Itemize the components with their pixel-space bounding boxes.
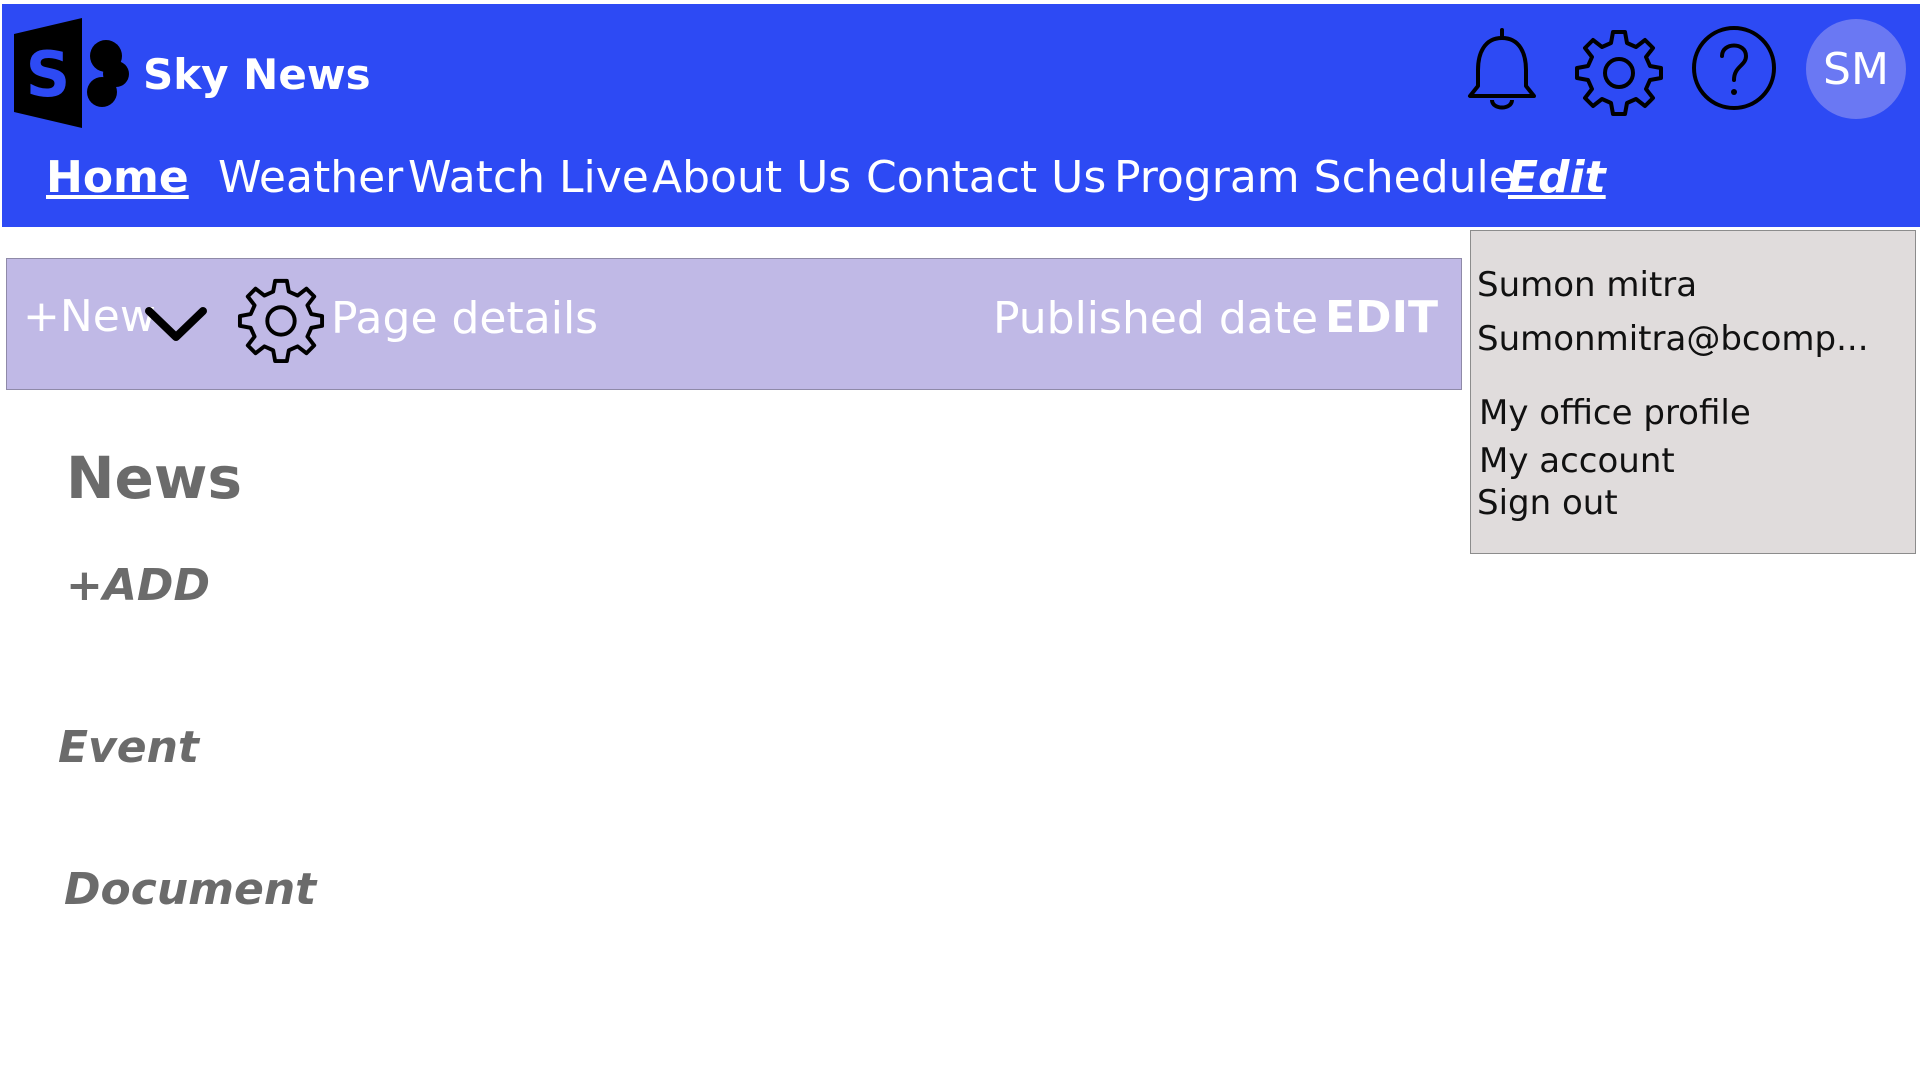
svg-text:S: S [26,38,71,111]
nav-item-contact-us[interactable]: Contact Us [866,152,1106,203]
menu-item-office-profile[interactable]: My office profile [1479,393,1751,433]
profile-dropdown: Sumon mitra Sumonmitra@bcomp... My offic… [1470,230,1916,554]
user-avatar[interactable]: SM [1806,19,1906,119]
bell-icon[interactable] [1462,24,1542,114]
sharepoint-logo-icon[interactable]: S [14,18,132,128]
nav-item-edit[interactable]: Edit [1508,152,1606,203]
edit-button[interactable]: EDIT [1325,292,1438,343]
page-settings-gear-icon[interactable] [237,275,325,363]
nav-item-program-schedule[interactable]: Program Schedule [1114,152,1516,203]
published-date-label: Published date [993,293,1319,344]
profile-email: Sumonmitra@bcomp... [1477,319,1869,359]
add-button[interactable]: +ADD [66,560,210,611]
command-bar: +New Page details Published date EDIT [6,258,1462,390]
event-section-label[interactable]: Event [58,722,199,773]
profile-name: Sumon mitra [1477,265,1698,305]
page-title: News [66,444,242,512]
nav-item-weather[interactable]: Weather [218,152,403,203]
gear-icon[interactable] [1574,26,1664,116]
nav-item-watch-live[interactable]: Watch Live [408,152,649,203]
page: S Sky News Home Weather Watch Live About… [0,0,1920,1080]
page-details-button[interactable]: Page details [331,293,598,344]
top-header: S Sky News Home Weather Watch Live About… [2,4,1920,227]
nav-item-about-us[interactable]: About Us [652,152,851,203]
menu-item-sign-out[interactable]: Sign out [1477,483,1618,523]
document-section-label[interactable]: Document [64,864,316,915]
menu-item-my-account[interactable]: My account [1479,441,1675,481]
site-title[interactable]: Sky News [143,50,371,99]
chevron-down-icon[interactable] [143,303,209,343]
help-icon[interactable] [1690,24,1778,112]
nav-item-home[interactable]: Home [46,152,189,203]
new-button[interactable]: +New [23,291,156,342]
